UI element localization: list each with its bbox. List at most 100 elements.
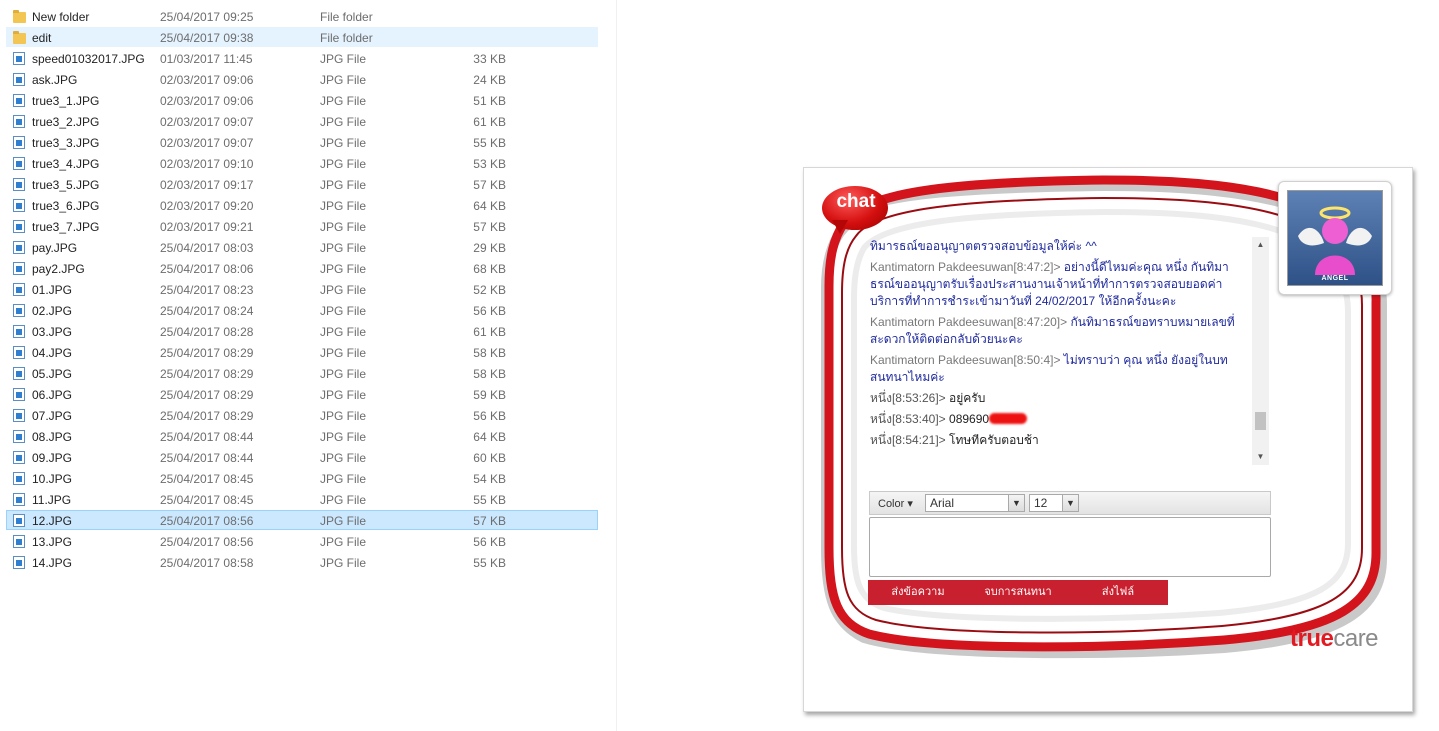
font-family-select[interactable]: Arial ▼ (925, 494, 1025, 512)
message-sender: หนึ่ง[8:54:21]> (870, 433, 950, 447)
file-name: speed01032017.JPG (32, 52, 145, 66)
file-type: JPG File (320, 346, 367, 360)
file-size: 52 KB (473, 283, 506, 297)
file-row[interactable]: 05.JPG 25/04/2017 08:29 JPG File 58 KB (6, 363, 598, 383)
avatar-label: ANGEL (1321, 275, 1349, 282)
file-date-modified: 02/03/2017 09:06 (160, 94, 254, 108)
file-row[interactable]: true3_4.JPG 02/03/2017 09:10 JPG File 53 KB (6, 153, 598, 173)
file-row[interactable]: true3_1.JPG 02/03/2017 09:06 JPG File 51 KB (6, 90, 598, 110)
jpg-file-icon (13, 325, 25, 338)
file-name: 09.JPG (32, 451, 73, 465)
scroll-down-arrow-icon[interactable]: ▼ (1256, 453, 1265, 461)
file-name: New folder (32, 10, 90, 24)
file-size: 57 KB (473, 220, 506, 234)
file-size: 29 KB (473, 241, 506, 255)
file-date-modified: 02/03/2017 09:07 (160, 115, 254, 129)
file-row[interactable]: pay2.JPG 25/04/2017 08:06 JPG File 68 KB (6, 258, 598, 278)
file-type: JPG File (320, 115, 367, 129)
file-size: 57 KB (473, 514, 506, 528)
file-size: 60 KB (473, 451, 506, 465)
chevron-down-icon[interactable]: ▼ (1062, 495, 1078, 511)
file-row[interactable]: 04.JPG 25/04/2017 08:29 JPG File 58 KB (6, 342, 598, 362)
file-row[interactable]: 08.JPG 25/04/2017 08:44 JPG File 64 KB (6, 426, 598, 446)
file-name: 05.JPG (32, 367, 73, 381)
file-size: 68 KB (473, 262, 506, 276)
file-name: 06.JPG (32, 388, 73, 402)
file-row[interactable]: true3_5.JPG 02/03/2017 09:17 JPG File 57 KB (6, 174, 598, 194)
file-row[interactable]: 07.JPG 25/04/2017 08:29 JPG File 56 KB (6, 405, 598, 425)
jpg-file-icon (13, 73, 25, 86)
file-row[interactable]: New folder 25/04/2017 09:25 File folder (6, 6, 598, 26)
file-name: true3_6.JPG (32, 199, 100, 213)
send-message-button[interactable]: ส่งข้อความ (868, 580, 968, 605)
redaction-mark (989, 413, 1028, 424)
file-type: JPG File (320, 388, 367, 402)
file-date-modified: 02/03/2017 09:21 (160, 220, 254, 234)
jpg-file-icon (13, 178, 25, 191)
agent-avatar: ANGEL (1278, 181, 1392, 295)
folder-icon (13, 31, 26, 44)
file-row[interactable]: 11.JPG 25/04/2017 08:45 JPG File 55 KB (6, 489, 598, 509)
file-date-modified: 25/04/2017 08:28 (160, 325, 254, 339)
scroll-up-arrow-icon[interactable]: ▲ (1256, 241, 1265, 249)
font-family-value: Arial (930, 496, 955, 510)
file-row[interactable]: 01.JPG 25/04/2017 08:23 JPG File 52 KB (6, 279, 598, 299)
file-row[interactable]: ask.JPG 02/03/2017 09:06 JPG File 24 KB (6, 69, 598, 89)
file-row[interactable]: true3_6.JPG 02/03/2017 09:20 JPG File 64 KB (6, 195, 598, 215)
file-type: JPG File (320, 409, 367, 423)
font-size-value: 12 (1034, 496, 1048, 510)
file-row[interactable]: 09.JPG 25/04/2017 08:44 JPG File 60 KB (6, 447, 598, 467)
file-type: JPG File (320, 157, 367, 171)
chevron-down-icon[interactable]: ▼ (1008, 495, 1024, 511)
file-date-modified: 25/04/2017 08:45 (160, 493, 254, 507)
file-size: 61 KB (473, 325, 506, 339)
file-row[interactable]: 10.JPG 25/04/2017 08:45 JPG File 54 KB (6, 468, 598, 488)
jpg-file-icon (13, 367, 25, 380)
file-type: JPG File (320, 262, 367, 276)
file-type: JPG File (320, 199, 367, 213)
file-row[interactable]: 14.JPG 25/04/2017 08:58 JPG File 55 KB (6, 552, 598, 572)
scroll-thumb[interactable] (1255, 412, 1266, 430)
message-sender: Kantimatorn Pakdeesuwan[8:47:2]> (870, 260, 1064, 274)
file-name: true3_3.JPG (32, 136, 100, 150)
file-size: 53 KB (473, 157, 506, 171)
file-type: File folder (320, 10, 373, 24)
file-type: JPG File (320, 556, 367, 570)
end-chat-button[interactable]: จบการสนทนา (968, 580, 1068, 605)
file-row[interactable]: 06.JPG 25/04/2017 08:29 JPG File 59 KB (6, 384, 598, 404)
chat-log-scrollbar[interactable]: ▲ ▼ (1252, 237, 1269, 465)
file-type: JPG File (320, 430, 367, 444)
file-size: 58 KB (473, 346, 506, 360)
message-text: อยู่ครับ (949, 391, 986, 405)
file-name: edit (32, 31, 52, 45)
font-size-select[interactable]: 12 ▼ (1029, 494, 1079, 512)
message-input[interactable] (869, 517, 1271, 577)
file-row[interactable]: true3_7.JPG 02/03/2017 09:21 JPG File 57 KB (6, 216, 598, 236)
file-row[interactable]: 02.JPG 25/04/2017 08:24 JPG File 56 KB (6, 300, 598, 320)
chat-window: chat ANGEL ทิมารธณ์ขออนุญาตตรวจสอบข้อมูล… (803, 167, 1413, 712)
file-type: JPG File (320, 178, 367, 192)
jpg-file-icon (13, 535, 25, 548)
file-name: 11.JPG (32, 493, 72, 507)
file-row[interactable]: 12.JPG 25/04/2017 08:56 JPG File 57 KB (6, 510, 598, 530)
file-row[interactable]: speed01032017.JPG 01/03/2017 11:45 JPG Fil… (6, 48, 598, 68)
file-row[interactable]: pay.JPG 25/04/2017 08:03 JPG File 29 KB (6, 237, 598, 257)
file-date-modified: 25/04/2017 09:25 (160, 10, 254, 24)
file-size: 56 KB (473, 304, 506, 318)
file-date-modified: 02/03/2017 09:17 (160, 178, 254, 192)
file-row[interactable]: edit 25/04/2017 09:38 File folder (6, 27, 598, 47)
file-row[interactable]: 13.JPG 25/04/2017 08:56 JPG File 56 KB (6, 531, 598, 551)
jpg-file-icon (13, 220, 25, 233)
send-file-button[interactable]: ส่งไฟล์ (1068, 580, 1168, 605)
jpg-file-icon (13, 430, 25, 443)
file-date-modified: 02/03/2017 09:06 (160, 73, 254, 87)
file-size: 54 KB (473, 472, 506, 486)
chat-logo-text: chat (836, 191, 876, 212)
file-row[interactable]: true3_3.JPG 02/03/2017 09:07 JPG File 55 KB (6, 132, 598, 152)
file-row[interactable]: true3_2.JPG 02/03/2017 09:07 JPG File 61 KB (6, 111, 598, 131)
chat-message: หนึ่ง[8:53:40]> 089690 (870, 411, 1250, 428)
pane-divider (616, 0, 617, 731)
file-row[interactable]: 03.JPG 25/04/2017 08:28 JPG File 61 KB (6, 321, 598, 341)
color-picker-button[interactable]: Color ▾ (878, 497, 913, 510)
jpg-file-icon (13, 472, 25, 485)
